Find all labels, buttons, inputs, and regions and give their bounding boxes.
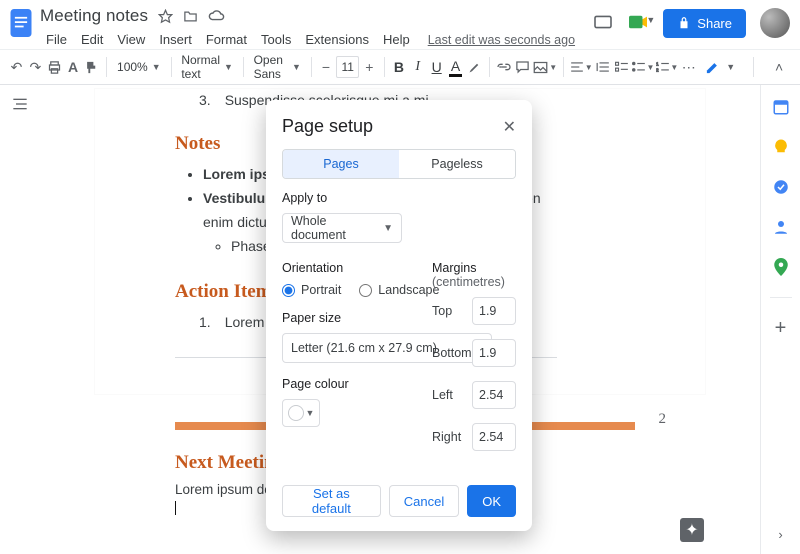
colour-swatch — [288, 405, 304, 421]
apply-to-value: Whole document — [291, 214, 383, 242]
cancel-button[interactable]: Cancel — [389, 485, 459, 517]
margin-top-label: Top — [432, 304, 452, 318]
margin-right-label: Right — [432, 430, 461, 444]
ok-button[interactable]: OK — [467, 485, 516, 517]
dialog-title: Page setup — [282, 116, 373, 137]
set-as-default-button[interactable]: Set as default — [282, 485, 381, 517]
margin-left-input[interactable] — [472, 381, 516, 409]
page-colour-label: Page colour — [282, 377, 406, 391]
paper-size-label: Paper size — [282, 311, 406, 325]
orientation-label: Orientation — [282, 261, 406, 275]
radio-portrait[interactable]: Portrait — [282, 283, 341, 297]
apply-to-select[interactable]: Whole document▼ — [282, 213, 402, 243]
margin-left-label: Left — [432, 388, 453, 402]
paper-size-value: Letter (21.6 cm x 27.9 cm) — [291, 341, 437, 355]
apply-to-label: Apply to — [282, 191, 516, 205]
radio-landscape[interactable]: Landscape — [359, 283, 439, 297]
chevron-down-icon: ▼ — [383, 223, 393, 234]
margin-top-input[interactable] — [472, 297, 516, 325]
margin-right-input[interactable] — [472, 423, 516, 451]
tab-pages[interactable]: Pages — [283, 150, 399, 178]
page-colour-picker[interactable]: ▼ — [282, 399, 320, 427]
tab-pageless[interactable]: Pageless — [399, 150, 515, 178]
dialog-tabs: Pages Pageless — [282, 149, 516, 179]
margin-bottom-label: Bottom — [432, 346, 472, 360]
page-setup-dialog: Page setup ✕ Pages Pageless Apply to Who… — [266, 100, 532, 531]
close-icon[interactable]: ✕ — [503, 117, 516, 137]
margins-label: Margins (centimetres) — [432, 261, 516, 289]
chevron-down-icon: ▼ — [306, 408, 315, 418]
margin-bottom-input[interactable] — [472, 339, 516, 367]
